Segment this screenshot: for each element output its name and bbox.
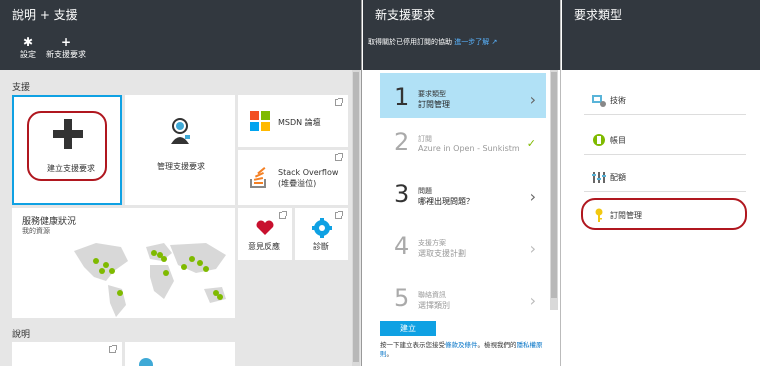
scroll-thumb[interactable]	[353, 72, 359, 362]
chevron-right-icon: ›	[529, 90, 536, 109]
blade1-scrollbar[interactable]	[352, 70, 360, 366]
help-tile[interactable]	[125, 342, 235, 366]
step-value: 哪裡出現問題？	[418, 197, 474, 206]
step-title: 問題	[418, 187, 432, 195]
quota-icon	[592, 172, 606, 183]
terms-text: 按一下建立表示您接受條款及條件。檢視我們的隱私權原則。	[380, 341, 548, 359]
step-contact-info[interactable]: 5 聯絡資訊 選擇類別 ›	[380, 274, 546, 312]
create-request-tile[interactable]: 建立支援要求	[12, 95, 122, 205]
step-number: 4	[394, 232, 410, 260]
blade-title: 新支援要求	[375, 8, 436, 22]
blade-header: 新支援要求 取得關於已停用訂閱的協助 進一步了解 ↗	[363, 0, 560, 70]
step-number: 2	[394, 128, 410, 156]
type-label: 技術	[610, 96, 626, 105]
step-title: 聯絡資訊	[418, 291, 446, 299]
step-value: 訂閱管理	[418, 100, 450, 109]
step-value: 選取支援計劃	[418, 249, 466, 258]
step-title: 訂閱	[418, 135, 432, 143]
help-support-blade: 說明 + 支援 ✱ 設定 + 新支援要求 支援 建立支援要求 管理支援要求 MS…	[0, 0, 362, 366]
type-label: 配額	[610, 173, 626, 182]
external-link-icon	[109, 345, 117, 353]
section-support-heading: 支援	[12, 83, 31, 93]
msdn-tile[interactable]: MSDN 論壇	[238, 95, 348, 147]
step-value: Azure in Open - Sunkistm	[418, 144, 520, 153]
checkmark-icon: ✓	[526, 137, 536, 150]
stack-overflow-tile[interactable]: Stack Overflow (堆疊溢位)	[238, 150, 348, 205]
step-number: 5	[394, 284, 410, 312]
world-map-icon	[74, 243, 226, 317]
terms-suffix: 。	[386, 350, 394, 358]
blade-header: 說明 + 支援 ✱ 設定 + 新支援要求	[0, 0, 361, 70]
new-support-request-blade: 新支援要求 取得關於已停用訂閱的協助 進一步了解 ↗ 1 要求類型 訂閱管理 ›…	[363, 0, 561, 366]
external-link-icon	[335, 98, 343, 106]
highlight-ring	[581, 198, 747, 230]
manage-requests-label: 管理支援要求	[157, 162, 205, 171]
plus-icon: +	[60, 35, 72, 49]
billing-icon	[593, 134, 605, 146]
step-title: 要求類型	[418, 90, 446, 98]
learn-more-link[interactable]: 進一步了解	[454, 38, 489, 46]
service-health-subtitle: 我的資源	[22, 227, 50, 235]
diagnostics-tile[interactable]: 診斷	[295, 208, 348, 260]
settings-button[interactable]: ✱ 設定	[8, 36, 48, 59]
stack-overflow-icon	[250, 167, 266, 188]
terms-prefix: 按一下建立表示您接受	[380, 341, 445, 349]
request-type-blade: 要求類型 技術 帳目 配額 訂閱管理	[562, 0, 760, 366]
terms-mid: 。檢視我們的	[477, 341, 517, 349]
microsoft-logo-icon	[250, 111, 270, 131]
external-link-icon	[335, 153, 343, 161]
step-number: 3	[394, 180, 410, 208]
technical-icon	[592, 95, 606, 107]
external-link-icon: ↗	[491, 38, 498, 46]
blade-subtitle: 取得關於已停用訂閱的協助 進一步了解 ↗	[368, 37, 497, 47]
scroll-thumb[interactable]	[551, 72, 557, 298]
diagnostics-gear-icon	[312, 218, 332, 238]
blade-header: 要求類型	[562, 0, 760, 70]
service-health-tile[interactable]: 服務健康狀況 我的資源	[12, 208, 235, 318]
external-link-icon	[335, 211, 343, 219]
subtitle-text: 取得關於已停用訂閱的協助	[368, 38, 452, 46]
type-label: 帳目	[610, 136, 626, 145]
type-item-quota[interactable]: 配額	[584, 162, 746, 192]
support-agent-icon	[171, 118, 190, 144]
type-item-billing[interactable]: 帳目	[584, 125, 746, 155]
feedback-tile[interactable]: 意見反應	[238, 208, 292, 260]
new-request-label: 新支援要求	[46, 50, 86, 59]
step-subscription[interactable]: 2 訂閱 Azure in Open - Sunkistm ✓	[380, 118, 546, 176]
gear-icon: ✱	[22, 35, 34, 49]
manage-requests-tile[interactable]: 管理支援要求	[125, 95, 235, 205]
create-button[interactable]: 建立	[380, 321, 436, 336]
blade-title: 要求類型	[574, 8, 623, 22]
external-link-icon	[279, 211, 287, 219]
info-icon	[139, 358, 153, 366]
step-problem[interactable]: 3 問題 哪裡出現問題？ ›	[380, 170, 546, 228]
large-plus-icon	[53, 119, 83, 149]
stack-overflow-label: Stack Overflow (堆疊溢位)	[278, 168, 339, 188]
step-support-plan[interactable]: 4 支援方案 選取支援計劃 ›	[380, 222, 546, 280]
step-number: 1	[394, 83, 410, 111]
chevron-right-icon: ›	[529, 291, 536, 310]
step-value: 選擇類別	[418, 301, 450, 310]
type-item-technical[interactable]: 技術	[584, 85, 746, 115]
blade2-scrollbar[interactable]	[550, 70, 558, 310]
diagnostics-label: 診斷	[313, 242, 329, 251]
chevron-right-icon: ›	[529, 187, 536, 206]
section-help-heading: 說明	[12, 330, 31, 340]
step-title: 支援方案	[418, 239, 446, 247]
terms-link[interactable]: 條款及條件	[445, 341, 478, 349]
feedback-label: 意見反應	[248, 242, 280, 251]
help-tile[interactable]	[12, 342, 122, 366]
blade-title: 說明 + 支援	[12, 8, 78, 22]
create-request-label: 建立支援要求	[47, 164, 95, 173]
chevron-right-icon: ›	[529, 239, 536, 258]
settings-label: 設定	[20, 50, 36, 59]
new-request-button[interactable]: + 新支援要求	[46, 36, 86, 59]
msdn-label: MSDN 論壇	[278, 118, 321, 127]
heart-icon	[256, 220, 274, 235]
